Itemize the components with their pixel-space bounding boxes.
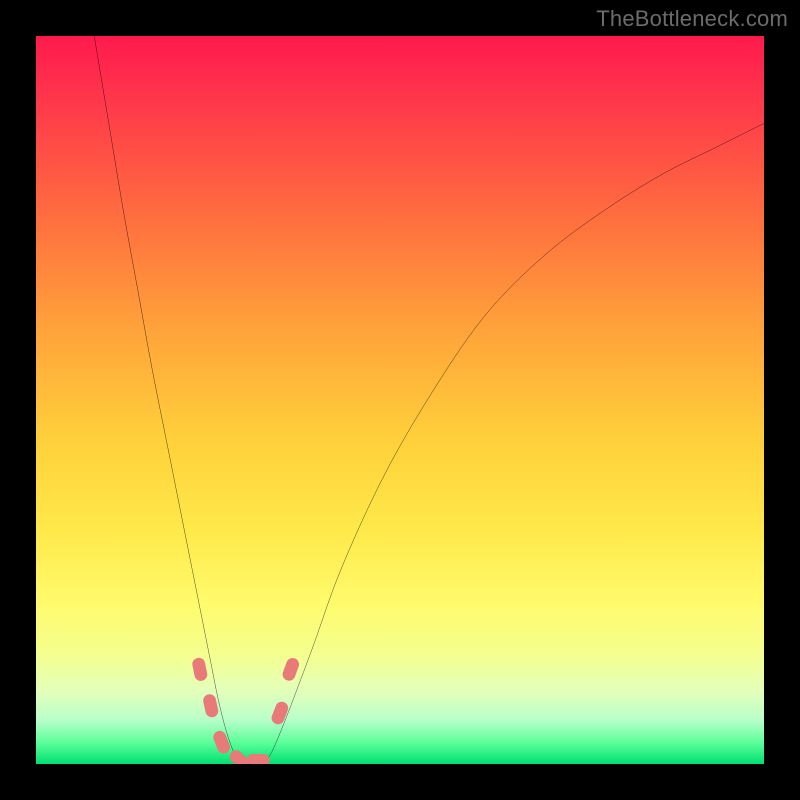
marker-5: [246, 754, 269, 764]
marker-2: [202, 693, 220, 719]
bottleneck-curve-path: [94, 36, 764, 764]
plot-area: [36, 36, 764, 764]
curve-group: [94, 36, 764, 764]
chart-frame: TheBottleneck.com: [0, 0, 800, 800]
chart-svg: [36, 36, 764, 764]
marker-1: [191, 657, 208, 682]
marker-7: [281, 656, 301, 682]
marker-6: [270, 700, 290, 726]
marker-group: [191, 656, 301, 764]
marker-3: [211, 729, 232, 755]
watermark-text: TheBottleneck.com: [596, 6, 788, 32]
